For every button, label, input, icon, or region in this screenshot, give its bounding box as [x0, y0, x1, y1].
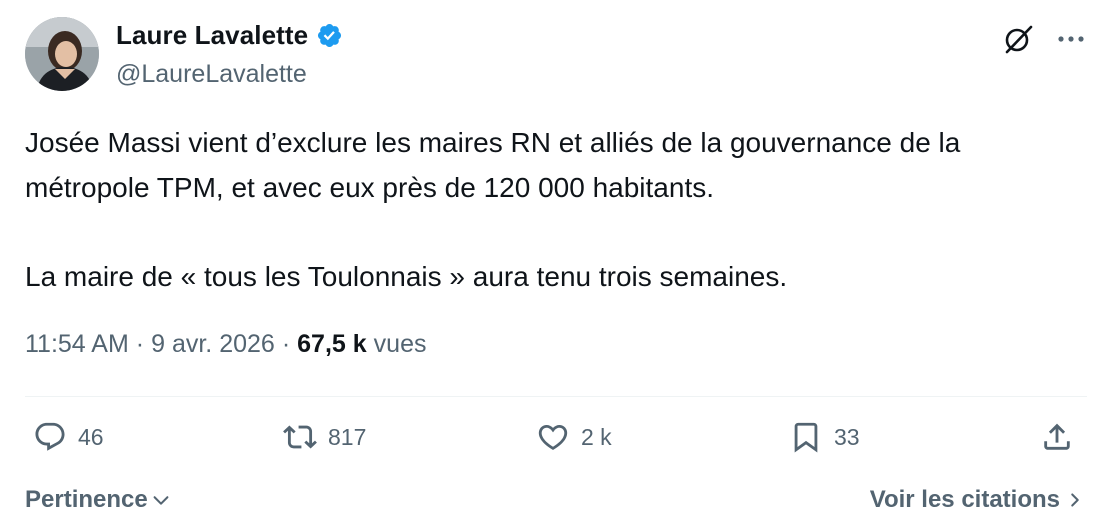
- repost-icon: [283, 425, 317, 449]
- divider: [25, 396, 1087, 397]
- bookmark-icon: [794, 422, 818, 453]
- share-button[interactable]: [1040, 420, 1074, 454]
- tweet-paragraph: Josée Massi vient d’exclure les maires R…: [25, 127, 961, 203]
- bookmark-count: 33: [834, 423, 860, 450]
- like-button[interactable]: 2 k: [536, 420, 612, 454]
- repost-button[interactable]: 817: [283, 420, 366, 454]
- tweet-time[interactable]: 11:54 AM: [25, 330, 129, 359]
- avatar-photo: [25, 17, 99, 91]
- tweet-header-actions: [1002, 22, 1086, 56]
- view-quotes-label: Voir les citations: [869, 486, 1060, 513]
- grok-button[interactable]: [1002, 22, 1036, 56]
- more-options-button[interactable]: [1056, 24, 1086, 54]
- heart-icon: [538, 424, 568, 450]
- author-handle[interactable]: @LaureLavalette: [116, 60, 307, 89]
- views-label: vues: [373, 330, 427, 358]
- repost-count: 817: [328, 423, 367, 450]
- reply-count: 46: [78, 423, 104, 450]
- view-quotes-link[interactable]: Voir les citations: [870, 486, 1084, 514]
- chevron-right-icon: [1071, 493, 1079, 507]
- views-count: 67,5 k: [297, 330, 367, 358]
- verified-badge-icon[interactable]: [316, 22, 343, 49]
- like-count: 2 k: [581, 423, 612, 450]
- meta-separator: ·: [281, 330, 291, 358]
- author-display-name[interactable]: Laure Lavalette: [116, 20, 308, 51]
- tweet-date[interactable]: 9 avr. 2026: [151, 330, 275, 359]
- meta-separator: ·: [135, 330, 145, 358]
- sort-dropdown[interactable]: Pertinence: [25, 486, 172, 514]
- tweet-meta: 11:54 AM · 9 avr. 2026 · 67,5 k vues: [25, 330, 426, 359]
- avatar[interactable]: [25, 17, 99, 91]
- author-name-row: Laure Lavalette: [116, 20, 343, 51]
- reply-icon: [35, 422, 65, 451]
- more-icon: [1058, 36, 1084, 42]
- bookmark-button[interactable]: 33: [789, 420, 860, 454]
- tweet-paragraph: La maire de « tous les Toulonnais » aura…: [25, 261, 788, 292]
- reply-button[interactable]: 46: [33, 420, 104, 454]
- tweet-action-bar: 46 817 2 k 33: [0, 420, 1112, 466]
- grok-icon: [1005, 25, 1033, 54]
- share-icon: [1044, 423, 1070, 450]
- chevron-down-icon: [153, 496, 169, 505]
- tweet-text: Josée Massi vient d’exclure les maires R…: [25, 120, 1085, 299]
- sort-label: Pertinence: [25, 486, 148, 513]
